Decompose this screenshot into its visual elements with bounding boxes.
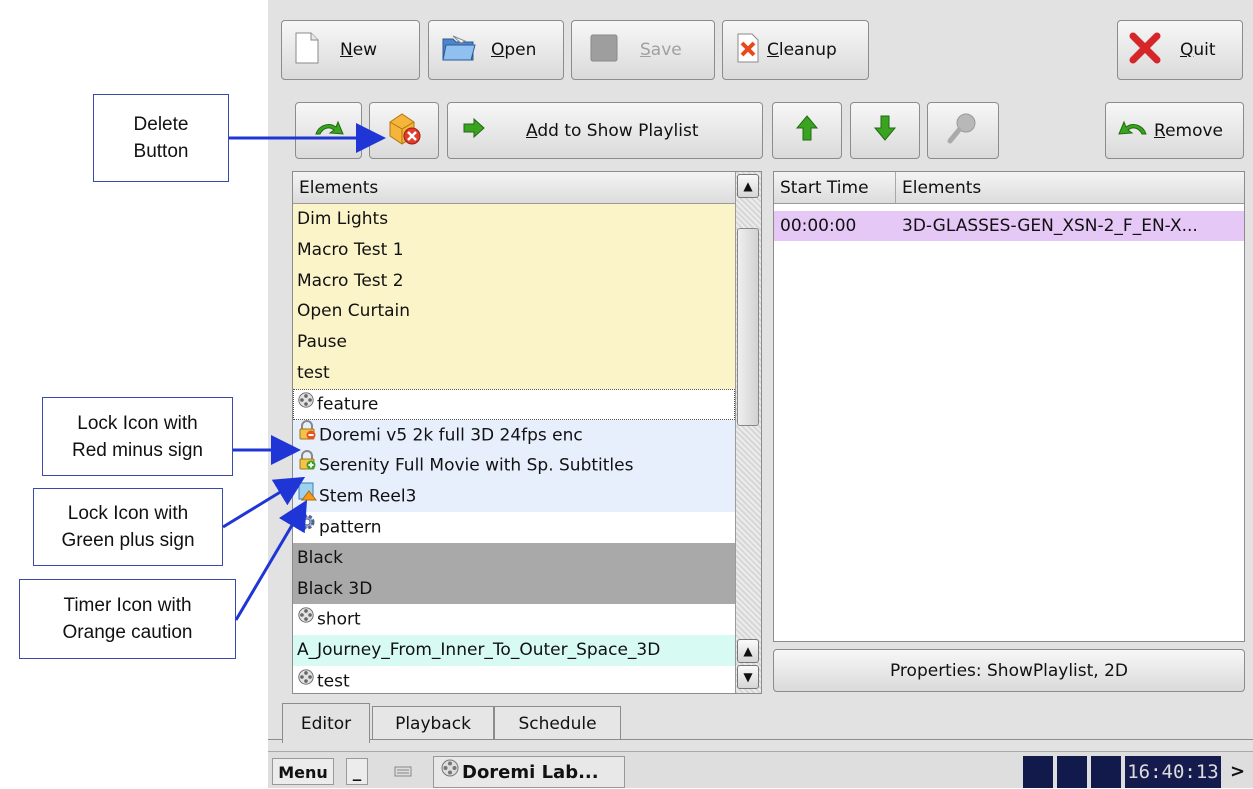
- arrow-lock-green: [222, 476, 306, 529]
- arrow-timer: [234, 499, 308, 621]
- callout-arrows: [222, 123, 386, 621]
